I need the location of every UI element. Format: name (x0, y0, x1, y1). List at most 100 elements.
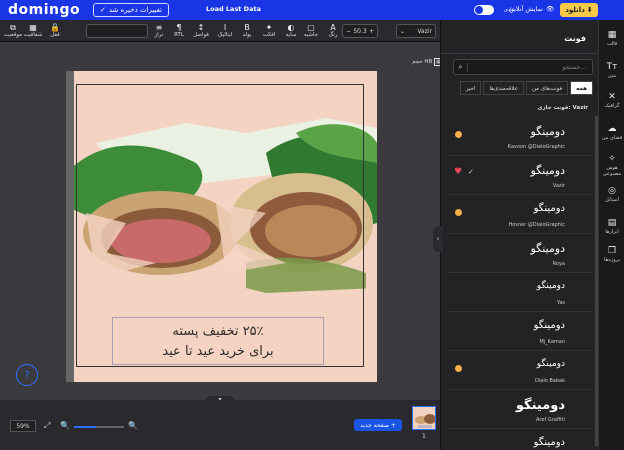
font-list-item[interactable]: دومینگو Yas (447, 273, 593, 312)
font-sample: دومینگو (533, 437, 565, 448)
rail-item-label: متن (608, 73, 616, 79)
page-thumbnail[interactable] (412, 406, 436, 430)
font-sample: دومینگو (533, 203, 565, 214)
rail-item-template[interactable]: ▦ قالب (599, 30, 624, 47)
favorite-dot-icon[interactable] (455, 209, 462, 216)
app-logo: domingo (8, 2, 81, 18)
font-name: Kavoon @DialoGraphic (507, 144, 565, 150)
check-icon: ✓ (100, 6, 106, 14)
font-search-input[interactable]: ⌕ جستجو... (453, 59, 593, 75)
tool-lock[interactable]: 🔒 قفل (44, 23, 66, 38)
bold-icon: B (244, 23, 250, 32)
heart-icon[interactable]: ♥ (454, 167, 462, 177)
tool-border[interactable]: ▢ حاشیه (300, 23, 322, 38)
tool-label: شفافیت (23, 32, 43, 38)
saved-status-button[interactable]: ✓ تغییرات ذخیره شد (93, 3, 169, 17)
tool-link[interactable]: ⧉ موقعیت (2, 23, 24, 38)
font-list-item[interactable]: دومینگو Aref Graffiti (447, 390, 593, 429)
color-icon: A (330, 23, 336, 32)
opacity-icon: ▦ (29, 23, 37, 32)
rail-item-upload[interactable]: ☁ فضای من (599, 124, 624, 141)
eye-icon: 👁 (545, 5, 555, 13)
favorite-dot-icon[interactable] (455, 365, 462, 372)
font-list-item[interactable]: دومینگو Kavoon @DialoGraphic (447, 117, 593, 156)
check-icon: ✓ (468, 168, 474, 176)
rail-item-text[interactable]: Tт متن (599, 62, 624, 79)
font-tab[interactable]: فونت‌های من (525, 81, 569, 95)
font-sample: دومینگو (536, 359, 565, 369)
font-list-item[interactable]: دومینگو Mj_Kaman (447, 312, 593, 351)
rail-item-label: فضای من (601, 135, 623, 141)
font-list-item[interactable]: دومینگو Hosner @DialoGraphic (447, 195, 593, 234)
load-last-data-button[interactable]: Load Last Data (206, 5, 261, 13)
rail-item-ai[interactable]: ✧ هوش مصنوعی (599, 154, 624, 177)
font-list-item[interactable]: دومینگو Dialo Babak (447, 351, 593, 390)
spacing-icon: ↕ (197, 23, 205, 32)
rail-item-style[interactable]: ◎ استایل (599, 186, 624, 203)
tool-color[interactable]: A رنگ (322, 23, 344, 38)
tool-label: موقعیت (3, 32, 23, 38)
new-page-button[interactable]: صفحه جدید + (354, 419, 402, 431)
zoom-out-icon[interactable]: 🔍 (60, 421, 70, 430)
text-icon: Tт (606, 62, 618, 72)
help-icon[interactable]: ? (16, 364, 38, 386)
promo-line-1[interactable]: ۲۵٪ تخفیف پسته (172, 324, 263, 339)
zoom-slider[interactable] (74, 426, 124, 428)
font-list: دومینگو Kavoon @DialoGraphic دومینگو Vazir ♥… (447, 117, 593, 450)
tool-opacity[interactable]: ▦ شفافیت (22, 23, 44, 38)
online-preview-button[interactable]: نمایش آنلاین 👁 (509, 5, 554, 13)
color-swatch-field[interactable] (86, 24, 148, 38)
font-list-item[interactable]: دومینگو (447, 429, 593, 450)
panel-collapse-handle[interactable]: › (433, 226, 443, 252)
tool-rtl[interactable]: ¶ RTL (168, 23, 190, 38)
rail-item-graphics[interactable]: ✕ گرافیک (599, 92, 624, 109)
minus-icon[interactable]: − (346, 28, 351, 35)
promo-text-box[interactable]: ۲۵٪ تخفیف پسته برای خرید عید تا عید (112, 317, 324, 365)
download-button[interactable]: دانلود ⬇ (560, 3, 598, 17)
tool-effect[interactable]: ✦ افکت (258, 23, 280, 38)
font-name: Hosner @DialoGraphic (508, 222, 565, 228)
mode-toggle[interactable] (474, 5, 494, 15)
tool-label: افکت (262, 32, 276, 38)
panel-title: فونت (564, 34, 586, 43)
plus-icon[interactable]: + (369, 28, 374, 35)
promo-line-2[interactable]: برای خرید عید تا عید (162, 344, 273, 359)
tool-align[interactable]: ≡ تراز (148, 23, 170, 38)
font-tabs: همه فونت‌های من علاقه‌مندی‌ها اخیر (453, 81, 593, 95)
rail-item-label: پروژه‌ها (604, 257, 620, 263)
favorite-dot-icon[interactable] (455, 131, 462, 138)
projects-icon: ❐ (607, 246, 617, 256)
tool-spacing[interactable]: ↕ فواصل (190, 23, 212, 38)
rail-item-tools[interactable]: ▤ ابزارها (599, 218, 624, 235)
border-icon: ▢ (307, 23, 315, 32)
tool-bold[interactable]: B بولد (236, 23, 258, 38)
artboard[interactable]: ۲۵٪ تخفیف پسته برای خرید عید تا عید (66, 71, 377, 382)
zoom-in-icon[interactable]: 🔍 (128, 421, 138, 430)
font-panel: فونت ⌕ جستجو... همه فونت‌های من علاقه‌مندی… (440, 20, 599, 450)
canvas-size-label[interactable]: حجم HB ▦ (412, 58, 444, 66)
font-list-item[interactable]: دومینگو Vazir ♥ ✓ (447, 156, 593, 195)
graphics-icon: ✕ (608, 92, 616, 102)
search-icon[interactable]: ⌕ (454, 62, 468, 72)
font-select[interactable]: ⌄ Vazir (396, 24, 436, 38)
font-list-item[interactable]: دومینگو Roya (447, 234, 593, 273)
font-tab[interactable]: علاقه‌مندی‌ها (483, 81, 524, 95)
zoom-select[interactable]: 59% (10, 420, 36, 432)
rail-item-label: گرافیک (604, 103, 620, 109)
font-name: Vazir (552, 183, 565, 189)
tool-shadow[interactable]: ◐ سایه (280, 23, 302, 38)
font-sample: دومینگو (536, 281, 565, 291)
italic-icon: I (223, 23, 227, 32)
font-sample: دومینگو (533, 320, 565, 331)
font-tab[interactable]: اخیر (459, 81, 482, 95)
font-sample: دومینگو (530, 125, 566, 138)
font-name: Aref Graffiti (536, 417, 565, 423)
font-size-field[interactable]: − 50.3 + (342, 24, 378, 38)
fit-screen-icon[interactable]: ⤢ (44, 421, 50, 431)
link-icon: ⧉ (10, 23, 16, 32)
tool-italic[interactable]: I ایتالیک (214, 23, 236, 38)
rail-item-projects[interactable]: ❐ پروژه‌ها (599, 246, 624, 263)
font-tab[interactable]: همه (570, 81, 593, 95)
tool-label: فواصل (193, 32, 209, 38)
current-font-label: فونت جاری: Vazir (537, 105, 588, 111)
